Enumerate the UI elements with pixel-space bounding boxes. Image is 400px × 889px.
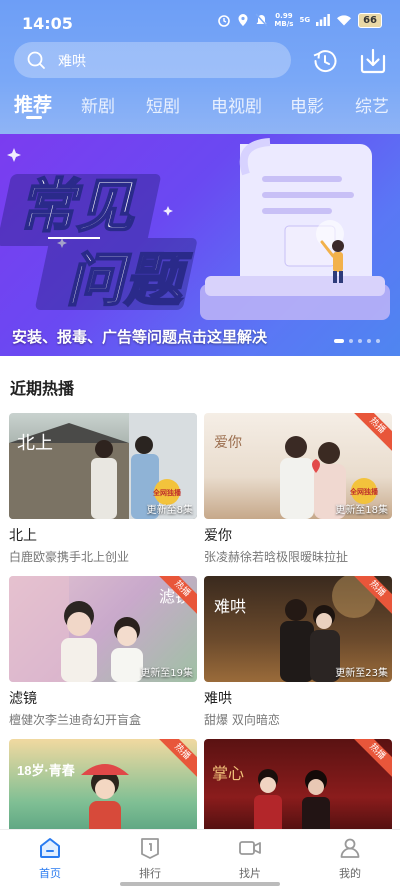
poster-corner-tag: 全网独播 [349,487,379,496]
header: 14:05 0.99 MB/s 5G 66 难哄 推荐 新剧 短剧 电视剧 电影… [0,0,400,134]
search-icon [27,51,45,69]
download-icon[interactable] [358,46,388,76]
history-icon[interactable] [311,47,339,75]
nav-ranking[interactable]: 排行 [120,836,180,881]
section-title: 近期热播 [10,379,75,398]
signal-icon [316,14,330,26]
net-speed-value: 0.99 [275,12,293,20]
show-title: 滤镜 [9,691,37,707]
show-card[interactable]: 爱你 全网独播 热播 更新至18集 爱你 张凌赫徐若晗极限暧昧拉扯 [204,413,392,564]
home-indicator[interactable] [120,882,280,886]
poster-title-text: 北上 [17,433,53,453]
battery-indicator: 66 [358,12,382,28]
nav-home-label: 首页 [39,867,61,880]
category-tabs: 推荐 新剧 短剧 电视剧 电影 综艺 [0,88,400,124]
banner-headline-line2: 问题 [66,248,193,313]
show-subtitle: 甜爆 双向暗恋 [204,713,280,727]
poster-title-text: 难哄 [214,598,246,616]
tab-variety[interactable]: 综艺 [355,92,389,117]
show-title: 难哄 [204,691,232,707]
show-card[interactable]: 北上 全网独播 更新至8集 北上 白鹿欧豪携手北上创业 [9,413,197,564]
episode-count: 更新至23集 [335,668,388,679]
show-poster: 难哄 热播 更新至23集 [204,576,392,682]
signal-label: 5G [299,16,311,24]
carousel-dots [334,339,380,343]
status-time: 14:05 [22,14,73,33]
episode-count: 更新至18集 [335,505,388,516]
active-tab-indicator [26,116,42,119]
carousel-dot [349,339,353,343]
poster-corner-tag: 全网独播 [152,488,182,497]
camera-icon [239,841,261,855]
status-icons: 0.99 MB/s 5G 66 [217,12,382,28]
tab-tv-series[interactable]: 电视剧 [211,92,262,117]
poster-title-text: 掌心 [212,765,244,783]
nav-ranking-label: 排行 [139,867,161,880]
profile-icon [340,838,360,858]
poster-title-text: 爱你 [214,435,242,451]
nav-find[interactable]: 找片 [220,836,280,881]
search-input[interactable]: 难哄 [58,51,86,71]
show-card[interactable]: 滤镜 热播 更新至19集 滤镜 檀健次李兰迪奇幻开盲盒 [9,576,197,727]
show-title: 北上 [9,528,37,544]
banner-caption: 安装、报毒、广告等问题点击这里解决 [12,328,268,346]
alarm-icon [218,15,231,27]
net-speed-unit: MB/s [274,20,294,28]
show-title: 爱你 [204,528,232,544]
tab-movie[interactable]: 电影 [290,92,324,117]
episode-count: 更新至19集 [140,668,193,679]
carousel-dot [358,339,362,343]
show-card[interactable]: 难哄 热播 更新至23集 难哄 甜爆 双向暗恋 [204,576,392,727]
carousel-dot [367,339,371,343]
nav-profile-label: 我的 [339,867,361,880]
nav-home[interactable]: 首页 [20,836,80,881]
status-bar: 14:05 0.99 MB/s 5G 66 [0,0,400,44]
poster-title-text: 18岁·青春 [17,763,76,778]
nav-find-label: 找片 [239,867,261,880]
home-icon [40,838,60,858]
search-bar[interactable]: 难哄 [14,42,291,78]
net-speed: 0.99 MB/s [274,12,293,28]
tab-recommend[interactable]: 推荐 [14,90,52,117]
banner-headline-line1: 常见 [18,174,137,239]
tab-new-drama[interactable]: 新剧 [81,92,115,117]
show-poster: 爱你 全网独播 热播 更新至18集 [204,413,392,519]
location-icon [238,14,248,26]
show-poster: 滤镜 热播 更新至19集 [9,576,197,682]
ranking-icon [141,838,159,859]
show-subtitle: 檀健次李兰迪奇幻开盲盒 [9,713,142,727]
banner-headline: 常见 问题 [17,173,194,314]
faq-banner[interactable]: 常见 问题 安装、报毒、广告等问题点击这里解决 [0,134,400,356]
wifi-icon [337,15,352,26]
episode-count: 更新至8集 [146,505,193,516]
carousel-dot [376,339,380,343]
tab-short-drama[interactable]: 短剧 [146,92,180,117]
show-subtitle: 白鹿欧豪携手北上创业 [9,550,130,564]
bottom-navigation: 首页 排行 找片 我的 [0,829,400,889]
mute-icon [255,13,268,27]
show-poster: 北上 全网独播 更新至8集 [9,413,197,519]
nav-profile[interactable]: 我的 [320,836,380,881]
carousel-dot-active [334,339,344,343]
show-subtitle: 张凌赫徐若晗极限暧昧拉扯 [204,550,349,564]
